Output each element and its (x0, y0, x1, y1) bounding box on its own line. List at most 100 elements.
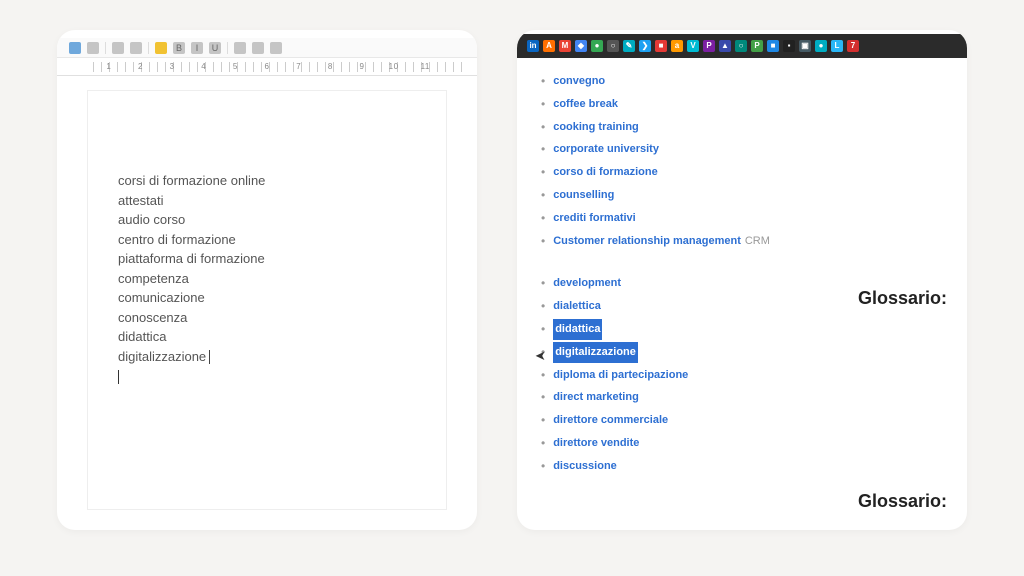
glossary-link[interactable]: discussione (553, 456, 617, 477)
align-right-icon[interactable] (270, 42, 282, 54)
section-heading: Glossario: (858, 288, 947, 309)
glossary-link[interactable]: development (553, 273, 621, 294)
browser-tab-bar[interactable]: inAM◆●○✎❯■aVP▲○P■▪▣●L7 (517, 34, 967, 58)
tab-favicon[interactable]: ▣ (799, 40, 811, 52)
glossary-link[interactable]: convegno (553, 71, 605, 92)
glossary-item: direttore commerciale (541, 409, 943, 432)
ruler-number: 6 (251, 62, 283, 71)
tab-favicon[interactable]: P (703, 40, 715, 52)
horizontal-ruler[interactable]: 1 2 3 4 5 6 7 8 9 10 11 (57, 58, 477, 76)
tab-favicon[interactable]: M (559, 40, 571, 52)
glossary-link[interactable]: crediti formativi (553, 208, 636, 229)
glossary-link[interactable]: corporate university (553, 139, 659, 160)
document-line[interactable]: conoscenza (118, 308, 416, 328)
tab-favicon[interactable]: P (751, 40, 763, 52)
ruler-number: 10 (378, 62, 410, 71)
italic-icon[interactable]: I (191, 42, 203, 54)
toolbar-separator (105, 42, 106, 54)
caret-icon (118, 370, 119, 384)
tab-favicon[interactable]: 7 (847, 40, 859, 52)
glossary-link[interactable]: corso di formazione (553, 162, 658, 183)
ruler-number: 5 (220, 62, 252, 71)
glossary-link[interactable]: cooking training (553, 117, 639, 138)
document-line[interactable]: piattaforma di formazione (118, 249, 416, 269)
ruler-number: 2 (125, 62, 157, 71)
document-line[interactable]: corsi di formazione online (118, 171, 416, 191)
ruler-number: 11 (409, 62, 441, 71)
ruler-number: 4 (188, 62, 220, 71)
tab-favicon[interactable]: L (831, 40, 843, 52)
glossary-link[interactable]: direttore commerciale (553, 410, 668, 431)
tab-favicon[interactable]: ◆ (575, 40, 587, 52)
undo-icon[interactable] (112, 42, 124, 54)
ruler-number: 7 (283, 62, 315, 71)
toolbar-separator (148, 42, 149, 54)
document-line[interactable]: didattica (118, 327, 416, 347)
glossary-item: direttore vendite (541, 432, 943, 455)
tab-favicon[interactable]: in (527, 40, 539, 52)
tab-favicon[interactable]: a (671, 40, 683, 52)
glossary-item: didattica (541, 318, 943, 341)
export-icon[interactable] (87, 42, 99, 54)
glossary-item: coffee break (541, 93, 943, 116)
document-text: digitalizzazione (118, 349, 206, 364)
glossary-item: crediti formativi (541, 207, 943, 230)
document-line[interactable]: digitalizzazione (118, 347, 416, 367)
tab-favicon[interactable]: ❯ (639, 40, 651, 52)
tab-favicon[interactable]: ● (591, 40, 603, 52)
underline-icon[interactable]: U (209, 42, 221, 54)
text-cursor-icon (209, 350, 210, 364)
toolbar-separator (227, 42, 228, 54)
ruler-number: 9 (346, 62, 378, 71)
ruler-number: 8 (314, 62, 346, 71)
glossary-link[interactable]: direct marketing (553, 387, 639, 408)
document-line[interactable]: centro di formazione (118, 230, 416, 250)
glossary-item: direct marketing (541, 386, 943, 409)
tab-favicon[interactable]: ○ (735, 40, 747, 52)
tab-favicon[interactable]: ○ (607, 40, 619, 52)
bold-icon[interactable]: B (173, 42, 185, 54)
glossary-item: convegno (541, 70, 943, 93)
tab-favicon[interactable]: V (687, 40, 699, 52)
glossary-item: discussione (541, 455, 943, 478)
tab-favicon[interactable]: ✎ (623, 40, 635, 52)
glossary-item: counselling (541, 184, 943, 207)
redo-icon[interactable] (130, 42, 142, 54)
format-paint-icon[interactable] (155, 42, 167, 54)
document-page[interactable]: corsi di formazione online attestati aud… (87, 90, 447, 510)
tab-favicon[interactable]: ■ (767, 40, 779, 52)
tab-favicon[interactable]: A (543, 40, 555, 52)
glossary-link[interactable]: direttore vendite (553, 433, 639, 454)
page-content: convegnocoffee breakcooking trainingcorp… (517, 58, 967, 530)
glossary-item: cooking training (541, 116, 943, 139)
glossary-link[interactable]: digitalizzazione (553, 342, 638, 363)
glossary-link[interactable]: dialettica (553, 296, 601, 317)
glossary-suffix: CRM (745, 231, 770, 252)
document-line[interactable]: competenza (118, 269, 416, 289)
glossary-item: diploma di partecipazione (541, 364, 943, 387)
tab-favicon[interactable]: ■ (655, 40, 667, 52)
ruler-number: 1 (93, 62, 125, 71)
tab-favicon[interactable]: ▪ (783, 40, 795, 52)
align-center-icon[interactable] (252, 42, 264, 54)
align-left-icon[interactable] (234, 42, 246, 54)
save-icon[interactable] (69, 42, 81, 54)
tab-favicon[interactable]: ▲ (719, 40, 731, 52)
glossary-link[interactable]: didattica (553, 319, 602, 340)
glossary-item: digitalizzazione (541, 341, 943, 364)
glossary-link[interactable]: diploma di partecipazione (553, 365, 688, 386)
browser-window: inAM◆●○✎❯■aVP▲○P■▪▣●L7 convegnocoffee br… (517, 30, 967, 530)
glossary-item: Customer relationship managementCRM (541, 230, 943, 253)
document-line[interactable]: comunicazione (118, 288, 416, 308)
section-heading: Glossario: (858, 491, 947, 512)
tab-favicon[interactable]: ● (815, 40, 827, 52)
glossary-item: corso di formazione (541, 161, 943, 184)
mouse-cursor-icon: ➤ (535, 348, 546, 364)
glossary-link[interactable]: Customer relationship management (553, 231, 741, 252)
document-line[interactable]: attestati (118, 191, 416, 211)
glossary-list-c: convegnocoffee breakcooking trainingcorp… (541, 70, 943, 252)
word-processor-window: B I U 1 2 3 4 5 6 7 8 9 10 11 corsi di f… (57, 30, 477, 530)
document-line[interactable]: audio corso (118, 210, 416, 230)
glossary-link[interactable]: counselling (553, 185, 614, 206)
glossary-link[interactable]: coffee break (553, 94, 618, 115)
